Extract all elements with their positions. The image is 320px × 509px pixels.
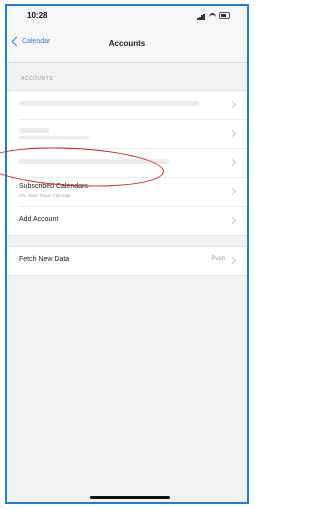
blurred-account-subtext: [19, 136, 89, 139]
chevron-right-icon: [228, 129, 237, 138]
chevron-right-icon: [228, 158, 237, 167]
account-row-2[interactable]: [19, 120, 247, 149]
chevron-right-icon: [228, 216, 237, 225]
chevron-right-icon: [228, 100, 237, 109]
section-header-accounts: ACCOUNTS: [21, 76, 54, 82]
fetch-new-data-row[interactable]: Fetch New Data Push: [19, 247, 247, 275]
chevron-right-icon: [228, 256, 237, 265]
status-bar: 10:28: [7, 6, 247, 28]
wifi-icon: [209, 13, 216, 22]
blurred-account-text: [19, 101, 199, 106]
status-time: 10:28: [27, 11, 48, 20]
subscribed-calendars-detail: US, 2020 Travel Calendar: [19, 193, 71, 198]
page-title: Accounts: [108, 39, 146, 48]
phone-screenshot-frame: 10:28 Calendar Accounts ACCOUNTS Subscri…: [5, 4, 249, 504]
signal-icon: [197, 14, 205, 20]
fetch-new-data-value: Push: [211, 256, 225, 262]
fetch-new-data-label: Fetch New Data: [19, 256, 70, 263]
fetch-settings-group: Fetch New Data Push: [7, 246, 247, 276]
navigation-bar: Calendar Accounts: [7, 28, 247, 63]
chevron-right-icon: [228, 187, 237, 196]
battery-icon: [219, 12, 230, 19]
account-row-1[interactable]: [19, 91, 247, 120]
home-indicator[interactable]: [90, 496, 170, 499]
add-account-label: Add Account: [19, 216, 59, 223]
system-icons: [197, 12, 231, 20]
blurred-account-text: [19, 128, 49, 133]
add-account-row[interactable]: Add Account: [19, 207, 247, 235]
